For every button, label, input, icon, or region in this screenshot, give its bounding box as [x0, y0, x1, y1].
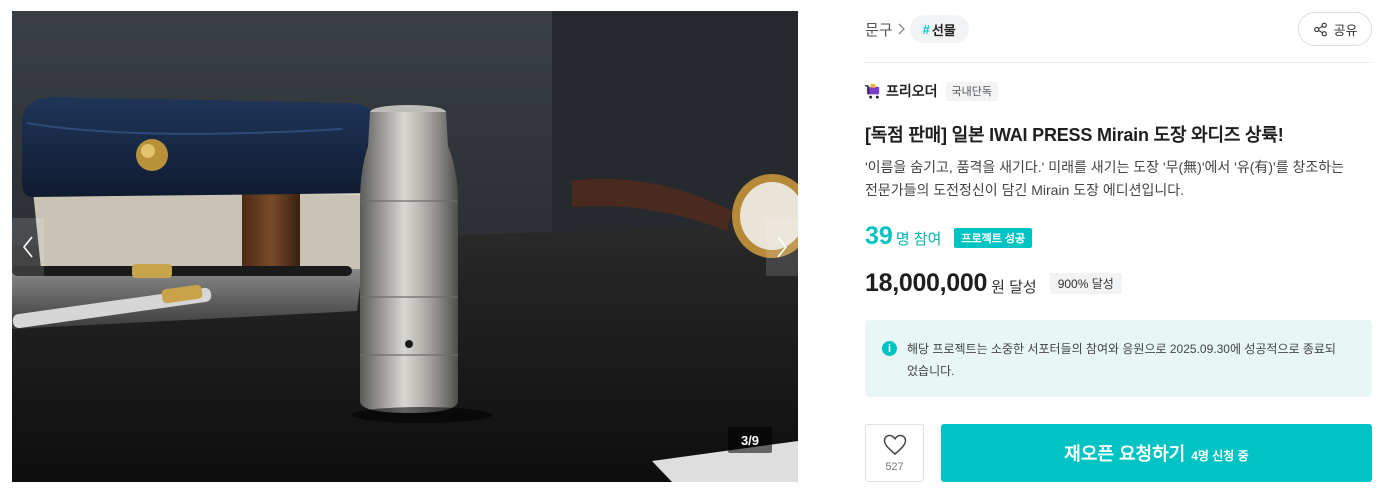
gallery-prev-button[interactable] — [12, 218, 44, 276]
cart-logo-icon — [865, 83, 880, 99]
like-count: 527 — [885, 460, 904, 473]
reopen-request-count: 4명 신청 중 — [1191, 448, 1249, 463]
maker-name[interactable]: 프리오더 — [886, 81, 938, 101]
achievement-rate-badge: 900% 달성 — [1049, 272, 1122, 294]
chevron-right-icon — [777, 236, 788, 258]
share-button[interactable]: 공유 — [1298, 12, 1372, 46]
maker-row[interactable]: 프리오더 국내단독 — [865, 80, 999, 102]
project-info-panel: 문구 # 선물 공유 프리오더 국내단독 [독점 판매] 일본 IWAI PRE… — [865, 0, 1372, 491]
project-title: [독점 판매] 일본 IWAI PRESS Mirain 도장 와디즈 상륙! — [865, 125, 1284, 145]
tag-chip-gift[interactable]: # 선물 — [909, 15, 969, 43]
like-button[interactable]: 527 — [865, 424, 924, 482]
breadcrumb-category-link[interactable]: 문구 — [865, 19, 893, 40]
tag-hash: # — [922, 21, 930, 37]
project-ended-notice: i 해당 프로젝트는 소중한 서포터들의 참여와 응원으로 2025.09.30… — [865, 320, 1372, 397]
chevron-left-icon — [22, 236, 33, 258]
share-label: 공유 — [1333, 22, 1358, 38]
notice-text: 해당 프로젝트는 소중한 서포터들의 참여와 응원으로 2025.09.30에 … — [907, 342, 1336, 378]
reopen-request-label: 재오픈 요청하기 — [1064, 444, 1186, 464]
share-icon — [1313, 22, 1327, 36]
project-description: '이름을 숨기고, 품격을 새기다.' 미래를 새기는 도장 '무(無)'에서 … — [865, 159, 1344, 198]
chevron-right-icon — [897, 22, 906, 36]
breadcrumb: 문구 # 선물 공유 — [865, 12, 1372, 46]
project-success-badge: 프로젝트 성공 — [954, 228, 1033, 248]
gallery-counter: 3/9 — [728, 427, 772, 453]
participant-count: 39 — [865, 222, 893, 250]
divider — [865, 62, 1372, 63]
funded-amount-unit: 원 달성 — [991, 278, 1037, 296]
heart-icon — [883, 434, 906, 455]
product-photo — [12, 11, 798, 482]
funded-amount: 18,000,000 — [865, 268, 988, 297]
participants-row: 39 명 참여 프로젝트 성공 — [865, 222, 1033, 254]
reopen-request-button[interactable]: 재오픈 요청하기 4명 신청 중 — [941, 424, 1372, 482]
exclusive-badge: 국내단독 — [945, 81, 999, 101]
info-icon: i — [882, 341, 897, 356]
participant-unit: 명 참여 — [895, 231, 942, 248]
amount-row: 18,000,000 원 달성 900% 달성 — [865, 266, 1122, 300]
gallery-next-button[interactable] — [766, 218, 798, 276]
tag-label: 선물 — [931, 22, 956, 38]
product-image-gallery[interactable]: 3/9 — [12, 11, 798, 482]
